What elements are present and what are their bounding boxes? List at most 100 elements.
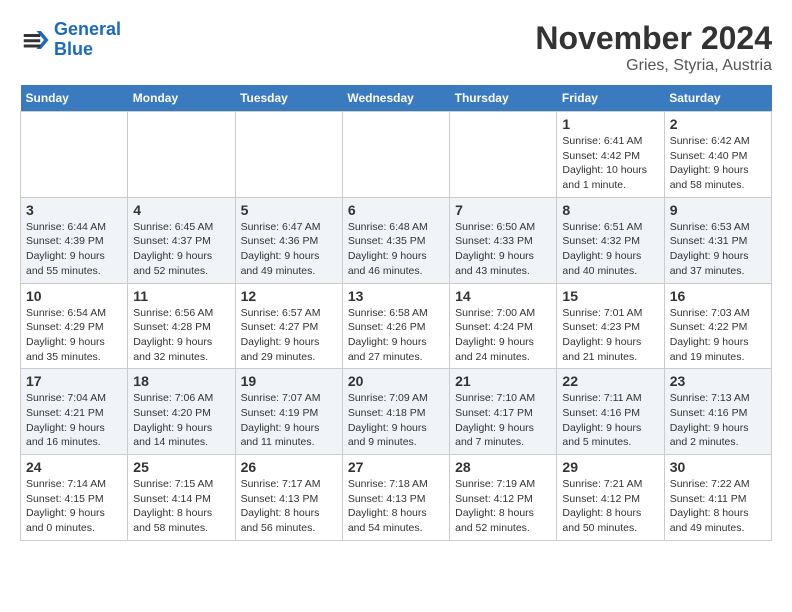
- day-info: Sunrise: 6:50 AM Sunset: 4:33 PM Dayligh…: [455, 220, 551, 279]
- day-number: 11: [133, 288, 229, 304]
- day-cell: 17 Sunrise: 7:04 AM Sunset: 4:21 PM Dayli…: [21, 369, 128, 455]
- day-cell: 26 Sunrise: 7:17 AM Sunset: 4:13 PM Dayli…: [235, 455, 342, 541]
- calendar-subtitle: Gries, Styria, Austria: [535, 57, 772, 75]
- day-cell: 18 Sunrise: 7:06 AM Sunset: 4:20 PM Dayli…: [128, 369, 235, 455]
- day-number: 18: [133, 373, 229, 389]
- day-info: Sunrise: 6:53 AM Sunset: 4:31 PM Dayligh…: [670, 220, 766, 279]
- header-tuesday: Tuesday: [235, 85, 342, 112]
- day-cell: [450, 112, 557, 198]
- day-info: Sunrise: 7:14 AM Sunset: 4:15 PM Dayligh…: [26, 477, 122, 536]
- day-cell: 13 Sunrise: 6:58 AM Sunset: 4:26 PM Dayli…: [342, 283, 449, 369]
- day-cell: 4 Sunrise: 6:45 AM Sunset: 4:37 PM Daylig…: [128, 197, 235, 283]
- day-cell: 30 Sunrise: 7:22 AM Sunset: 4:11 PM Dayli…: [664, 455, 771, 541]
- day-number: 13: [348, 288, 444, 304]
- day-info: Sunrise: 7:06 AM Sunset: 4:20 PM Dayligh…: [133, 391, 229, 450]
- day-cell: 24Sunrise: 7:14 AM Sunset: 4:15 PM Dayli…: [21, 455, 128, 541]
- header-monday: Monday: [128, 85, 235, 112]
- week-row-2: 3 Sunrise: 6:44 AM Sunset: 4:39 PM Daylig…: [21, 197, 772, 283]
- logo: General Blue: [20, 20, 121, 60]
- day-cell: 5 Sunrise: 6:47 AM Sunset: 4:36 PM Daylig…: [235, 197, 342, 283]
- day-info: Sunrise: 7:21 AM Sunset: 4:12 PM Dayligh…: [562, 477, 658, 536]
- day-info: Sunrise: 7:09 AM Sunset: 4:18 PM Dayligh…: [348, 391, 444, 450]
- day-info: Sunrise: 7:04 AM Sunset: 4:21 PM Dayligh…: [26, 391, 122, 450]
- day-cell: 2 Sunrise: 6:42 AM Sunset: 4:40 PM Daylig…: [664, 112, 771, 198]
- day-number: 28: [455, 459, 551, 475]
- day-number: 20: [348, 373, 444, 389]
- day-number: 2: [670, 116, 766, 132]
- day-cell: 19 Sunrise: 7:07 AM Sunset: 4:19 PM Dayli…: [235, 369, 342, 455]
- day-number: 16: [670, 288, 766, 304]
- day-cell: 22 Sunrise: 7:11 AM Sunset: 4:16 PM Dayli…: [557, 369, 664, 455]
- day-number: 3: [26, 202, 122, 218]
- day-info: Sunrise: 6:45 AM Sunset: 4:37 PM Dayligh…: [133, 220, 229, 279]
- day-number: 9: [670, 202, 766, 218]
- day-info: Sunrise: 7:15 AM Sunset: 4:14 PM Dayligh…: [133, 477, 229, 536]
- day-info: Sunrise: 6:48 AM Sunset: 4:35 PM Dayligh…: [348, 220, 444, 279]
- day-cell: 3 Sunrise: 6:44 AM Sunset: 4:39 PM Daylig…: [21, 197, 128, 283]
- day-cell: 27Sunrise: 7:18 AM Sunset: 4:13 PM Dayli…: [342, 455, 449, 541]
- logo-icon: [20, 25, 50, 55]
- day-number: 5: [241, 202, 337, 218]
- day-number: 30: [670, 459, 766, 475]
- day-cell: [235, 112, 342, 198]
- day-number: 4: [133, 202, 229, 218]
- day-info: Sunrise: 6:54 AM Sunset: 4:29 PM Dayligh…: [26, 306, 122, 365]
- logo-line1: General: [54, 19, 121, 39]
- day-info: Sunrise: 7:19 AM Sunset: 4:12 PM Dayligh…: [455, 477, 551, 536]
- day-number: 8: [562, 202, 658, 218]
- day-info: Sunrise: 6:42 AM Sunset: 4:40 PM Dayligh…: [670, 134, 766, 193]
- week-row-4: 17 Sunrise: 7:04 AM Sunset: 4:21 PM Dayli…: [21, 369, 772, 455]
- page-header: General Blue November 2024 Gries, Styria…: [20, 20, 772, 75]
- day-cell: 28 Sunrise: 7:19 AM Sunset: 4:12 PM Dayli…: [450, 455, 557, 541]
- day-cell: [342, 112, 449, 198]
- header-wednesday: Wednesday: [342, 85, 449, 112]
- day-info: Sunrise: 7:10 AM Sunset: 4:17 PM Dayligh…: [455, 391, 551, 450]
- day-info: Sunrise: 7:03 AM Sunset: 4:22 PM Dayligh…: [670, 306, 766, 365]
- day-number: 1: [562, 116, 658, 132]
- day-cell: 29Sunrise: 7:21 AM Sunset: 4:12 PM Dayli…: [557, 455, 664, 541]
- header-sunday: Sunday: [21, 85, 128, 112]
- day-info: Sunrise: 7:18 AM Sunset: 4:13 PM Dayligh…: [348, 477, 444, 536]
- header-friday: Friday: [557, 85, 664, 112]
- day-number: 15: [562, 288, 658, 304]
- day-info: Sunrise: 6:56 AM Sunset: 4:28 PM Dayligh…: [133, 306, 229, 365]
- day-info: Sunrise: 7:07 AM Sunset: 4:19 PM Dayligh…: [241, 391, 337, 450]
- header-thursday: Thursday: [450, 85, 557, 112]
- day-info: Sunrise: 6:58 AM Sunset: 4:26 PM Dayligh…: [348, 306, 444, 365]
- title-block: November 2024 Gries, Styria, Austria: [535, 20, 772, 75]
- day-number: 25: [133, 459, 229, 475]
- day-info: Sunrise: 7:22 AM Sunset: 4:11 PM Dayligh…: [670, 477, 766, 536]
- day-cell: 7Sunrise: 6:50 AM Sunset: 4:33 PM Daylig…: [450, 197, 557, 283]
- calendar-title: November 2024: [535, 20, 772, 57]
- day-info: Sunrise: 7:17 AM Sunset: 4:13 PM Dayligh…: [241, 477, 337, 536]
- day-number: 10: [26, 288, 122, 304]
- day-info: Sunrise: 7:01 AM Sunset: 4:23 PM Dayligh…: [562, 306, 658, 365]
- day-number: 21: [455, 373, 551, 389]
- day-info: Sunrise: 7:13 AM Sunset: 4:16 PM Dayligh…: [670, 391, 766, 450]
- day-cell: 9 Sunrise: 6:53 AM Sunset: 4:31 PM Daylig…: [664, 197, 771, 283]
- day-number: 17: [26, 373, 122, 389]
- week-row-1: 1 Sunrise: 6:41 AM Sunset: 4:42 PM Daylig…: [21, 112, 772, 198]
- day-number: 23: [670, 373, 766, 389]
- day-cell: 6Sunrise: 6:48 AM Sunset: 4:35 PM Daylig…: [342, 197, 449, 283]
- calendar-table: SundayMondayTuesdayWednesdayThursdayFrid…: [20, 85, 772, 541]
- header-saturday: Saturday: [664, 85, 771, 112]
- day-info: Sunrise: 6:44 AM Sunset: 4:39 PM Dayligh…: [26, 220, 122, 279]
- day-cell: 14 Sunrise: 7:00 AM Sunset: 4:24 PM Dayli…: [450, 283, 557, 369]
- logo-line2: Blue: [54, 39, 93, 59]
- day-info: Sunrise: 6:41 AM Sunset: 4:42 PM Dayligh…: [562, 134, 658, 193]
- day-cell: 12Sunrise: 6:57 AM Sunset: 4:27 PM Dayli…: [235, 283, 342, 369]
- day-info: Sunrise: 6:47 AM Sunset: 4:36 PM Dayligh…: [241, 220, 337, 279]
- header-row: SundayMondayTuesdayWednesdayThursdayFrid…: [21, 85, 772, 112]
- day-number: 22: [562, 373, 658, 389]
- day-cell: 25 Sunrise: 7:15 AM Sunset: 4:14 PM Dayli…: [128, 455, 235, 541]
- day-number: 26: [241, 459, 337, 475]
- day-info: Sunrise: 7:11 AM Sunset: 4:16 PM Dayligh…: [562, 391, 658, 450]
- day-cell: 10 Sunrise: 6:54 AM Sunset: 4:29 PM Dayli…: [21, 283, 128, 369]
- day-number: 14: [455, 288, 551, 304]
- day-cell: 16 Sunrise: 7:03 AM Sunset: 4:22 PM Dayli…: [664, 283, 771, 369]
- day-cell: [21, 112, 128, 198]
- day-cell: 23 Sunrise: 7:13 AM Sunset: 4:16 PM Dayli…: [664, 369, 771, 455]
- day-number: 19: [241, 373, 337, 389]
- day-info: Sunrise: 7:00 AM Sunset: 4:24 PM Dayligh…: [455, 306, 551, 365]
